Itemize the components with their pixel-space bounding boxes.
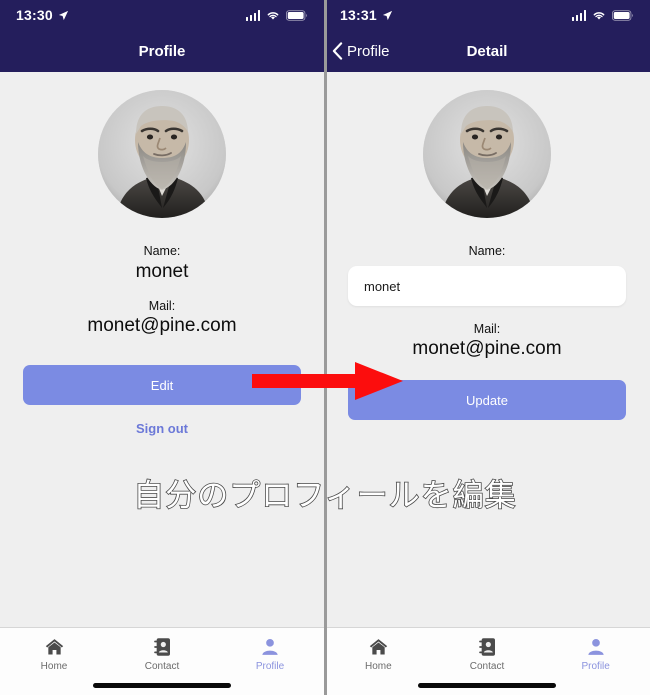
- tab-home-label: Home: [40, 661, 68, 672]
- update-button[interactable]: Update: [348, 380, 626, 420]
- left-phone-profile-screen: 13:30 Profile Name: monet Mail: monet@pi…: [0, 0, 324, 695]
- name-block: Name:: [469, 244, 506, 258]
- name-label: Name:: [143, 244, 181, 258]
- name-label: Name:: [468, 244, 506, 258]
- status-bar-time-group: 13:30: [16, 7, 69, 23]
- detail-screen-body: Name: Mail: monet@pine.com Update: [324, 72, 650, 627]
- status-bar: 13:30: [0, 0, 324, 30]
- status-bar-indicators: [571, 9, 635, 21]
- tab-contact[interactable]: Contact: [108, 637, 216, 672]
- name-block: Name: monet: [136, 244, 189, 283]
- name-value: monet: [135, 261, 189, 282]
- tab-contact[interactable]: Contact: [433, 637, 542, 672]
- tab-bar: Home Contact Profile: [324, 627, 650, 695]
- tab-profile-label: Profile: [255, 661, 285, 672]
- status-time: 13:30: [16, 7, 53, 23]
- address-book-icon: [153, 638, 170, 656]
- address-book-icon: [478, 638, 495, 656]
- avatar: [423, 90, 551, 218]
- tab-profile[interactable]: Profile: [541, 637, 650, 672]
- status-bar: 13:31: [324, 0, 650, 30]
- location-arrow-icon: [58, 10, 68, 20]
- user-avatar-photo: [98, 90, 226, 218]
- mail-value: monet@pine.com: [412, 338, 562, 359]
- tab-profile-label: Profile: [581, 661, 610, 672]
- mail-value: monet@pine.com: [87, 315, 237, 336]
- wifi-icon: [267, 11, 279, 20]
- cellular-signal-icon: [571, 9, 586, 21]
- user-avatar-photo: [423, 90, 551, 218]
- back-button[interactable]: Profile: [324, 42, 390, 60]
- name-input[interactable]: [348, 266, 626, 306]
- mail-block: Mail: monet@pine.com: [412, 322, 561, 360]
- battery-full-icon: [612, 9, 634, 21]
- back-button-label: Profile: [347, 42, 390, 60]
- home-icon: [369, 639, 387, 655]
- tab-home[interactable]: Home: [324, 637, 433, 672]
- person-icon: [262, 639, 278, 655]
- person-icon: [588, 639, 604, 655]
- profile-screen-body: Name: monet Mail: monet@pine.com Edit Si…: [0, 72, 324, 627]
- dual-phone-screenshot: 13:30 Profile Name: monet Mail: monet@pi…: [0, 0, 650, 695]
- panel-divider: [324, 0, 327, 695]
- right-phone-detail-screen: 13:31 Profile Detail Name: monet Mail: m…: [324, 0, 650, 695]
- cellular-signal-icon: [245, 9, 260, 21]
- tab-home-label: Home: [364, 661, 392, 672]
- status-bar-time-group: 13:31: [340, 7, 393, 23]
- navigation-bar: Profile Detail: [324, 30, 650, 72]
- wifi-icon: [593, 11, 605, 20]
- page-title: Profile: [138, 42, 186, 60]
- location-arrow-icon: [382, 10, 392, 20]
- tab-bar: Home Contact Profile: [0, 627, 324, 695]
- status-bar-indicators: [245, 9, 309, 21]
- status-time: 13:31: [340, 7, 377, 23]
- home-icon: [45, 639, 63, 655]
- mail-label: Mail:: [148, 299, 176, 313]
- tab-profile[interactable]: Profile: [216, 637, 324, 672]
- tab-home[interactable]: Home: [0, 637, 108, 672]
- edit-button[interactable]: Edit: [23, 365, 301, 405]
- chevron-left-icon: [332, 42, 343, 60]
- tab-contact-label: Contact: [144, 661, 180, 672]
- avatar: [98, 90, 226, 218]
- navigation-bar: Profile: [0, 30, 324, 72]
- tab-contact-label: Contact: [469, 661, 505, 672]
- home-indicator: [418, 683, 556, 688]
- mail-label: Mail:: [473, 322, 501, 336]
- battery-full-icon: [286, 9, 308, 21]
- mail-block: Mail: monet@pine.com: [87, 299, 236, 337]
- home-indicator: [93, 683, 231, 688]
- sign-out-link[interactable]: Sign out: [136, 421, 188, 436]
